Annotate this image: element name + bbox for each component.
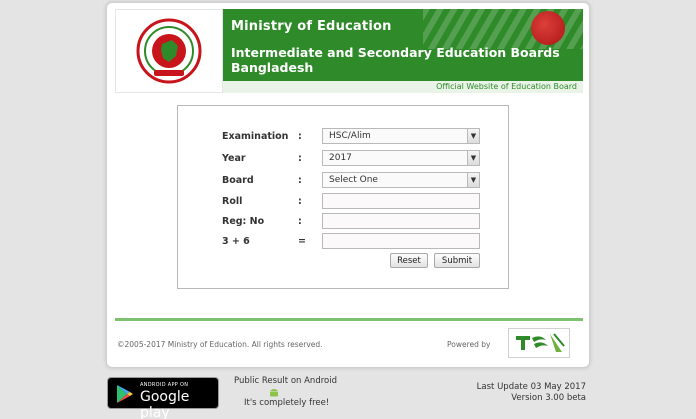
submit-button[interactable]: Submit xyxy=(434,253,480,268)
label-captcha: 3 + 6 xyxy=(222,236,250,247)
board-value: Select One xyxy=(329,175,378,185)
row-captcha: 3 + 6 = xyxy=(178,233,510,251)
boards-title: Intermediate and Secondary Education Boa… xyxy=(231,45,560,75)
reset-button[interactable]: Reset xyxy=(390,253,428,268)
row-roll: Roll : xyxy=(178,193,510,211)
google-play-badge[interactable]: ANDROID APP ON Google play xyxy=(107,377,219,419)
label-reg-no: Reg: No xyxy=(222,216,265,227)
year-value: 2017 xyxy=(329,153,352,163)
chevron-down-icon[interactable]: ▼ xyxy=(467,151,479,165)
year-select[interactable]: 2017 ▼ xyxy=(322,150,480,166)
banner-bar: Official Website of Education Board xyxy=(223,79,583,93)
label-board: Board xyxy=(222,175,254,186)
label-examination: Examination xyxy=(222,131,289,142)
teletalk-logo-icon[interactable] xyxy=(508,328,570,358)
roll-input[interactable] xyxy=(322,193,480,209)
android-free-text: It's completely free! xyxy=(244,398,330,408)
gplay-small-text: ANDROID APP ON xyxy=(140,382,189,388)
update-info: Last Update 03 May 2017 Version 3.00 bet… xyxy=(477,382,586,404)
colon: : xyxy=(298,196,302,207)
gplay-big-text: Google play xyxy=(140,389,190,419)
banner-red-circle xyxy=(531,11,565,45)
powered-by-text: Powered by xyxy=(447,340,491,349)
seal-box xyxy=(115,9,223,93)
row-reg-no: Reg: No : xyxy=(178,213,510,231)
equals: = xyxy=(298,236,306,247)
board-select[interactable]: Select One ▼ xyxy=(322,172,480,188)
examination-value: HSC/Alim xyxy=(329,131,371,141)
header-banner: Ministry of Education Intermediate and S… xyxy=(223,9,583,93)
colon: : xyxy=(298,216,302,227)
chevron-down-icon[interactable]: ▼ xyxy=(467,129,479,143)
reg-no-input[interactable] xyxy=(322,213,480,229)
captcha-input[interactable] xyxy=(322,233,480,249)
label-year: Year xyxy=(222,153,246,164)
colon: : xyxy=(298,175,302,186)
google-play-icon xyxy=(117,385,133,403)
examination-select[interactable]: HSC/Alim ▼ xyxy=(322,128,480,144)
label-roll: Roll xyxy=(222,196,243,207)
colon: : xyxy=(298,153,302,164)
bangladesh-govt-seal-icon xyxy=(136,18,202,84)
copyright-text: ©2005-2017 Ministry of Education. All ri… xyxy=(117,340,323,349)
footer-divider xyxy=(115,318,583,321)
header: Ministry of Education Intermediate and S… xyxy=(115,9,583,93)
official-website-text: Official Website of Education Board xyxy=(436,82,577,91)
last-update-text: Last Update 03 May 2017 xyxy=(476,382,586,392)
colon: : xyxy=(298,131,302,142)
page-container: Ministry of Education Intermediate and S… xyxy=(106,2,590,368)
android-robot-icon xyxy=(270,389,278,397)
row-year: Year : 2017 ▼ xyxy=(178,150,510,168)
android-result-link[interactable]: Public Result on Android xyxy=(234,376,337,386)
chevron-down-icon[interactable]: ▼ xyxy=(467,173,479,187)
ministry-title: Ministry of Education xyxy=(231,19,392,34)
result-form: Examination : HSC/Alim ▼ Year : 2017 ▼ B… xyxy=(177,105,509,289)
version-text: Version 3.00 beta xyxy=(511,393,586,403)
row-examination: Examination : HSC/Alim ▼ xyxy=(178,128,510,146)
row-board: Board : Select One ▼ xyxy=(178,172,510,190)
